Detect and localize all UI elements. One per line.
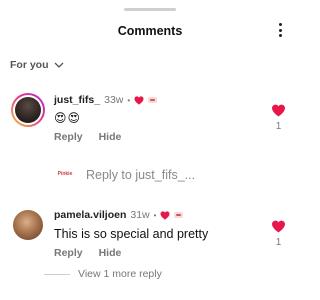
avatar[interactable] xyxy=(13,210,43,240)
creator-avatar-icon xyxy=(148,97,158,103)
drag-handle[interactable] xyxy=(124,8,176,11)
comment-username[interactable]: just_fifs_ xyxy=(54,94,100,106)
comment-username[interactable]: pamela.viljoen xyxy=(54,209,126,221)
heart-icon[interactable] xyxy=(271,104,286,117)
creator-avatar-icon xyxy=(174,212,184,218)
reply-button[interactable]: Reply xyxy=(54,131,83,143)
heart-icon[interactable] xyxy=(271,220,286,233)
comment-time: 33w xyxy=(104,94,124,106)
comment-actions: Reply Hide xyxy=(54,247,121,259)
view-more-replies-button[interactable]: View 1 more reply xyxy=(44,268,162,280)
like-count: 1 xyxy=(275,237,282,248)
separator-dot: • xyxy=(153,210,157,220)
separator-dot: • xyxy=(127,95,131,105)
comment-header: pamela.viljoen 31w • xyxy=(54,209,184,221)
reply-button[interactable]: Reply xyxy=(54,247,83,259)
comment-header: just_fifs_ 33w • xyxy=(54,94,158,106)
creator-liked-heart-icon xyxy=(134,95,144,105)
like-count: 1 xyxy=(275,121,282,132)
hide-button[interactable]: Hide xyxy=(99,131,122,143)
reply-input[interactable]: Reply to just_fifs_... xyxy=(86,168,195,182)
more-options-icon[interactable] xyxy=(276,22,284,38)
sort-filter-label: For you xyxy=(10,59,49,71)
like-button[interactable]: 1 xyxy=(271,220,286,248)
sort-filter-dropdown[interactable]: For you xyxy=(10,59,64,71)
page-title: Comments xyxy=(117,24,183,38)
like-button[interactable]: 1 xyxy=(271,104,286,132)
comment-text: This is so special and pretty xyxy=(54,227,209,241)
my-avatar: Pinkie xyxy=(54,168,76,180)
hide-button[interactable]: Hide xyxy=(99,247,122,259)
comment-actions: Reply Hide xyxy=(54,131,121,143)
comment-text: 😍😍 xyxy=(54,111,82,125)
divider-line xyxy=(44,273,70,275)
view-more-replies-label: View 1 more reply xyxy=(78,268,162,280)
creator-liked-heart-icon xyxy=(160,210,170,220)
comment-time: 31w xyxy=(130,209,150,221)
chevron-down-icon xyxy=(54,62,63,68)
avatar[interactable] xyxy=(11,93,45,127)
